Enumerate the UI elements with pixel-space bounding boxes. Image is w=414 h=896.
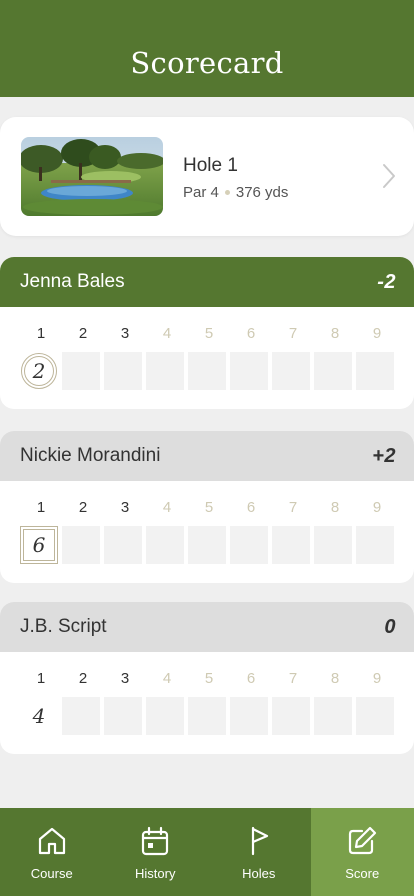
home-icon <box>38 827 65 855</box>
tab-label: Course <box>30 866 73 881</box>
score-cell[interactable] <box>188 526 226 564</box>
score-cell[interactable] <box>272 526 310 564</box>
hole-number: 3 <box>120 325 130 342</box>
score-cell[interactable] <box>62 697 100 735</box>
score-cell[interactable] <box>62 526 100 564</box>
edit-icon <box>349 826 377 855</box>
player-card[interactable]: J.B. Script 0 1 2 3 4 5 6 7 8 9 4 <box>0 602 414 754</box>
hole-number: 4 <box>162 670 172 687</box>
score-cell[interactable] <box>314 697 352 735</box>
score-cell[interactable] <box>356 526 394 564</box>
chevron-right-icon[interactable] <box>382 163 396 189</box>
calendar-icon <box>142 826 169 856</box>
hole-number: 2 <box>78 499 88 516</box>
hole-number: 2 <box>78 325 88 342</box>
score-cell[interactable] <box>272 697 310 735</box>
hole-number: 7 <box>288 670 298 687</box>
hole-number: 5 <box>204 670 214 687</box>
score-cell[interactable] <box>314 352 352 390</box>
hole-number: 4 <box>162 499 172 516</box>
score-cell[interactable] <box>188 352 226 390</box>
score-cell[interactable] <box>356 697 394 735</box>
hole-name: Hole 1 <box>183 155 238 176</box>
player-card[interactable]: Jenna Bales -2 1 2 3 4 5 6 7 8 9 2 <box>0 257 414 409</box>
score-cell[interactable] <box>314 526 352 564</box>
player-card[interactable]: Nickie Morandini +2 1 2 3 4 5 6 7 8 9 6 <box>0 431 414 583</box>
score-cells: 6 <box>20 526 398 564</box>
hole-number: 2 <box>78 670 88 687</box>
separator-dot <box>224 190 230 195</box>
hole-meta: Par 4 376 yds <box>183 184 288 201</box>
tab-label: Holes <box>242 866 276 881</box>
score-cell-double-bogey[interactable]: 6 <box>20 526 58 564</box>
hole-number: 8 <box>330 670 340 687</box>
player-name: Jenna Bales <box>20 271 125 292</box>
hole-number: 1 <box>36 499 46 516</box>
score-cell[interactable] <box>356 352 394 390</box>
score-cell[interactable] <box>104 526 142 564</box>
player-header[interactable]: Nickie Morandini +2 <box>0 431 414 481</box>
player-name: Nickie Morandini <box>20 445 161 466</box>
player-name: J.B. Script <box>20 616 107 637</box>
tab-score[interactable]: Score <box>310 808 414 896</box>
hole-number: 5 <box>204 499 214 516</box>
player-header[interactable]: J.B. Script 0 <box>0 602 414 652</box>
page-title: Scorecard <box>130 46 284 80</box>
flag-icon <box>251 826 268 856</box>
hole-numbers: 1 2 3 4 5 6 7 8 9 <box>20 670 398 687</box>
score-cell[interactable] <box>230 697 268 735</box>
hole-distance: 376 yds <box>235 184 289 201</box>
hole-number: 9 <box>372 325 382 342</box>
hole-card[interactable]: Hole 1 Par 4 376 yds <box>0 117 414 236</box>
score-cell[interactable] <box>146 526 184 564</box>
hole-number: 3 <box>120 670 130 687</box>
tab-holes[interactable]: Holes <box>207 808 311 896</box>
hole-number: 7 <box>288 325 298 342</box>
hole-numbers: 1 2 3 4 5 6 7 8 9 <box>20 325 398 342</box>
tab-bar: Course History Holes Score <box>0 808 414 896</box>
player-relative-score: +2 <box>372 444 396 467</box>
app-header: Scorecard <box>0 0 414 97</box>
score-cells: 4 <box>20 697 398 735</box>
score-cell[interactable] <box>146 352 184 390</box>
hole-photo <box>21 137 163 216</box>
score-cell[interactable] <box>62 352 100 390</box>
hole-number: 3 <box>120 499 130 516</box>
score-cell[interactable] <box>230 352 268 390</box>
hole-number: 6 <box>246 499 256 516</box>
double-bogey-inner-box <box>23 529 55 561</box>
tab-label: History <box>135 866 176 881</box>
hole-number: 9 <box>372 499 382 516</box>
score-cell-birdie[interactable]: 2 <box>20 352 58 390</box>
tab-course[interactable]: Course <box>0 808 104 896</box>
player-relative-score: 0 <box>384 615 396 638</box>
score-cell[interactable] <box>146 697 184 735</box>
player-relative-score: -2 <box>377 270 396 293</box>
score-cell[interactable] <box>104 352 142 390</box>
hole-number: 8 <box>330 499 340 516</box>
birdie-inner-ring <box>24 356 54 386</box>
hole-number: 1 <box>36 325 46 342</box>
score-cell-par[interactable]: 4 <box>20 697 58 735</box>
hole-number: 6 <box>246 325 256 342</box>
score-cell[interactable] <box>230 526 268 564</box>
hole-number: 7 <box>288 499 298 516</box>
score-value: 4 <box>32 704 46 728</box>
hole-number: 9 <box>372 670 382 687</box>
score-cell[interactable] <box>104 697 142 735</box>
score-cells: 2 <box>20 352 398 390</box>
tab-label: Score <box>345 866 380 881</box>
hole-number: 1 <box>36 670 46 687</box>
tab-history[interactable]: History <box>104 808 208 896</box>
score-cell[interactable] <box>188 697 226 735</box>
hole-number: 4 <box>162 325 172 342</box>
hole-number: 6 <box>246 670 256 687</box>
player-header[interactable]: Jenna Bales -2 <box>0 257 414 307</box>
hole-numbers: 1 2 3 4 5 6 7 8 9 <box>20 499 398 516</box>
hole-number: 8 <box>330 325 340 342</box>
hole-number: 5 <box>204 325 214 342</box>
hole-par: Par 4 <box>183 184 219 201</box>
score-cell[interactable] <box>272 352 310 390</box>
